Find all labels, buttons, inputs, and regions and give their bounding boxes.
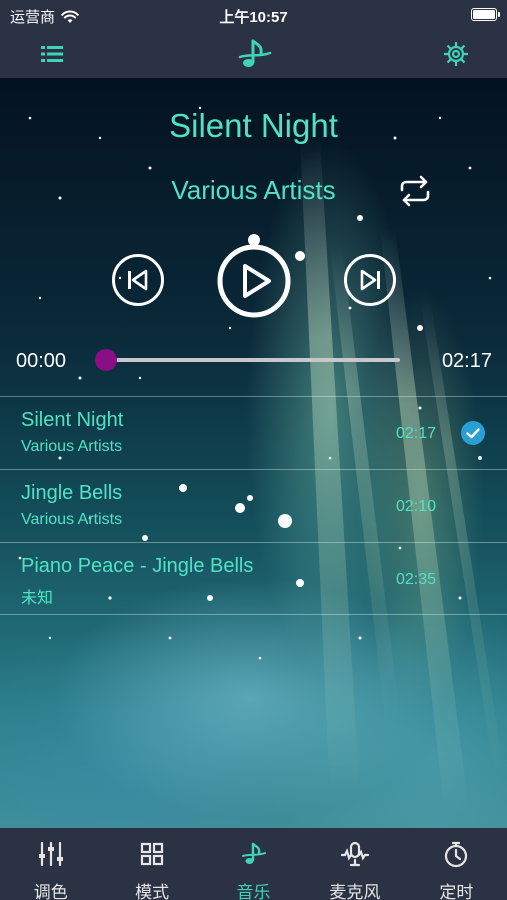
tab-mode[interactable]: 模式 [101,828,202,900]
playlist-item[interactable]: Jingle Bells Various Artists 02:10 [0,469,507,542]
tab-microphone[interactable]: 麦克风 [304,828,405,900]
track-artist: 未知 [21,590,54,607]
battery-icon [471,8,500,21]
music-note-icon [241,842,266,864]
track-duration: 02:35 [395,571,436,588]
status-bar: 运营商 上午10:57 [0,0,507,30]
total-duration: 02:17 [441,350,492,372]
status-time: 上午10:57 [219,9,288,26]
playlist: Silent Night Various Artists 02:17 Jingl… [0,396,507,615]
next-track-button[interactable] [343,253,397,307]
microphone-icon [340,841,369,867]
tab-label: 音乐 [236,883,271,900]
track-artist: Various Artists [21,511,123,528]
tab-label: 模式 [135,883,170,900]
playlist-item[interactable]: Piano Peace - Jingle Bells 未知 02:35 [0,542,507,615]
progress-slider[interactable] [95,349,400,371]
tab-timer[interactable]: 定时 [406,828,507,900]
repeat-icon[interactable] [396,172,434,210]
now-playing-title: Silent Night [169,107,338,144]
elapsed-time: 00:00 [16,350,67,372]
timer-icon [445,841,468,868]
progress-thumb[interactable] [95,349,117,371]
previous-track-button[interactable] [111,253,165,307]
track-title: Piano Peace - Jingle Bells [21,555,254,577]
tab-label: 麦克风 [329,883,381,900]
playlist-item[interactable]: Silent Night Various Artists 02:17 [0,396,507,469]
track-title: Silent Night [21,409,124,431]
tab-music[interactable]: 音乐 [203,828,304,900]
play-button[interactable] [216,243,292,319]
sliders-icon [38,841,63,867]
track-artist: Various Artists [21,438,123,455]
tab-label: 调色 [33,883,68,900]
grid-icon [141,842,164,866]
checkmark-icon [461,421,485,445]
track-title: Jingle Bells [21,482,123,504]
settings-gear-icon[interactable] [440,38,472,70]
track-duration: 02:17 [395,425,436,442]
nav-bar [0,30,507,78]
tab-bar: 调色 模式 音乐 麦克风 定时 [0,828,507,900]
track-duration: 02:10 [395,498,436,515]
music-note-icon [238,39,272,67]
tab-color[interactable]: 调色 [0,828,101,900]
tab-label: 定时 [439,883,474,900]
list-icon[interactable] [36,38,68,70]
